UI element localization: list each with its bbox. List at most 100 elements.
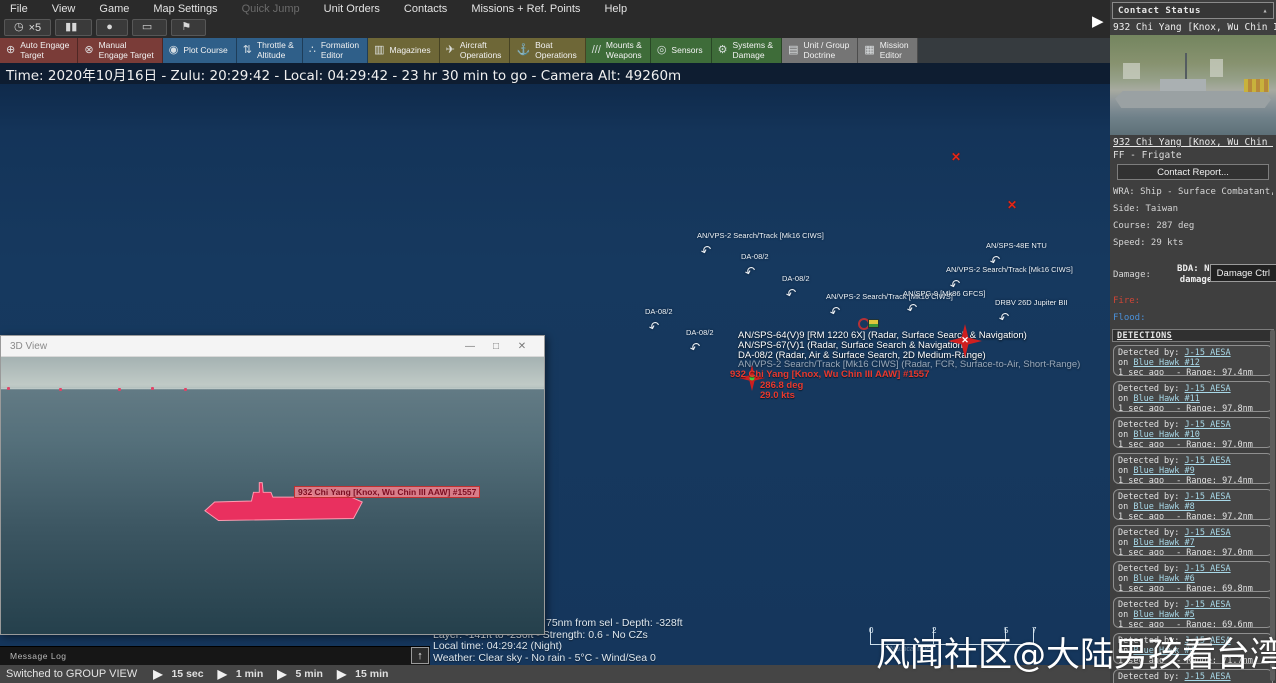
photo-ship-hull [1114,91,1272,108]
target-link[interactable]: Blue Hawk #11 [1133,394,1200,404]
ribbon-button[interactable]: ⚙ Systems & Damage [711,38,783,63]
detected-by-label: Detected by: [1118,384,1185,394]
damage-label: Damage: [1113,270,1151,280]
quick-control-button[interactable]: ▮▮ [55,19,93,36]
detection-item[interactable]: Detected by: J-15 AESA on Blue Hawk #6 1… [1113,561,1273,592]
on-label: on [1118,394,1134,404]
contact-status-header[interactable]: Contact Status ▴ [1112,2,1274,19]
contact-report-button[interactable]: Contact Report... [1117,164,1269,180]
map-status-line: Local time: 04:29:42 (Night) [433,640,562,652]
message-log-expand-button[interactable]: ↑ [411,647,429,664]
ribbon-button[interactable]: ◎ Sensors [650,38,712,63]
quick-control-label: ×5 [28,21,42,34]
menu-item[interactable]: Missions + Ref. Points [471,3,580,15]
ribbon-button-label: Systems & Damage [732,40,773,60]
close-icon[interactable]: ✕ [509,341,535,352]
target-link[interactable]: Blue Hawk #9 [1133,466,1194,476]
contact-status-panel: Contact Status ▴ 932 Chi Yang [Knox, Wu … [1110,0,1276,683]
ribbon-button[interactable]: ▦ Mission Editor [858,38,918,63]
detection-item[interactable]: Detected by: J-15 AESA on Blue Hawk #9 1… [1113,453,1273,484]
detector-link[interactable]: J-15 AESA [1185,348,1231,358]
detector-link[interactable]: J-15 AESA [1185,564,1231,574]
detector-link[interactable]: J-15 AESA [1185,420,1231,430]
ribbon-button-label: Manual Engage Target [98,40,154,60]
ribbon-toolbar: ⊕ Auto Engage Target ⊗ Manual Engage Tar… [0,38,1110,63]
detected-by-label: Detected by: [1118,456,1185,466]
on-label: on [1118,574,1134,584]
menu-item[interactable]: Game [99,3,129,15]
ribbon-button[interactable]: ⊕ Auto Engage Target [0,38,79,63]
3d-view-titlebar[interactable]: 3D View — □ ✕ [1,336,544,357]
target-link[interactable]: Blue Hawk #10 [1133,430,1200,440]
menu-item[interactable]: File [10,3,28,15]
detection-age: 1 sec ago [1118,476,1165,484]
ribbon-button[interactable]: /// Mounts & Weapons [585,38,651,63]
menu-item[interactable]: Unit Orders [324,3,380,15]
panel-expand-arrow-icon[interactable]: ▶ [1092,12,1104,30]
scale-tick-label: 0 [869,626,874,635]
detection-item[interactable]: Detected by: J-15 AESA on Blue Hawk #11 … [1113,381,1273,412]
contact-side: Side: Taiwan [1113,204,1179,214]
photo-containers [1244,79,1270,92]
command-modern-operations-screen: { "menu": { "items": [ {"label":"File"},… [0,0,1276,683]
detection-item[interactable]: Detected by: J-15 AESA on Blue Hawk #7 1… [1113,525,1273,556]
minimize-icon[interactable]: — [457,341,483,352]
target-link[interactable]: Blue Hawk #7 [1133,538,1194,548]
ribbon-button[interactable]: ∴ Formation Editor [302,38,369,63]
target-link[interactable]: Blue Hawk #6 [1133,574,1194,584]
time-step-button[interactable]: ▶ 5 min [277,667,323,681]
ribbon-button[interactable]: ▤ Unit / Group Doctrine [782,38,859,63]
detector-link[interactable]: J-15 AESA [1185,456,1231,466]
time-step-button[interactable]: ▶ 15 min [337,667,389,681]
menu-item[interactable]: Map Settings [153,3,217,15]
detection-item[interactable]: Detected by: J-15 AESA on Blue Hawk #12 … [1113,345,1273,376]
ribbon-button-icon: /// [591,44,601,56]
menu-item[interactable]: Contacts [404,3,447,15]
on-label: on [1118,466,1134,476]
ribbon-button[interactable]: ◉ Plot Course [162,38,237,63]
message-log-bar[interactable]: Message Log [0,646,430,665]
detection-item[interactable]: Detected by: J-15 AESA on Blue Hawk #10 … [1113,417,1273,448]
menu-item[interactable]: Quick Jump [242,3,300,15]
ribbon-button[interactable]: ✈ Aircraft Operations [439,38,511,63]
ribbon-label-line2: Altitude [256,49,286,60]
maximize-icon[interactable]: □ [483,341,509,352]
ribbon-button[interactable]: ⇅ Throttle & Altitude [236,38,303,63]
target-link[interactable]: Blue Hawk #5 [1133,610,1194,620]
3d-view-window[interactable]: 3D View — □ ✕ 932 Chi Yang [Knox, Wu Chi… [0,335,545,635]
ribbon-button-icon: ⇅ [242,44,252,56]
damage-row: Damage: BDA: No damage Damage Ctrl [1110,262,1276,292]
detection-age: 1 sec ago [1118,440,1165,448]
detector-link[interactable]: J-15 AESA [1185,600,1231,610]
menu-item[interactable]: Help [604,3,627,15]
contact-photo [1110,35,1276,135]
detector-link[interactable]: J-15 AESA [1185,492,1231,502]
detector-link[interactable]: J-15 AESA [1185,384,1231,394]
menu-item[interactable]: View [52,3,76,15]
ribbon-label-line2: Engage Target [98,49,154,60]
collapse-icon[interactable]: ▴ [1263,6,1268,15]
ribbon-button[interactable]: ⊗ Manual Engage Target [78,38,163,63]
detected-by-label: Detected by: [1118,528,1185,538]
time-status-bar: Time: 2020年10月16日 - Zulu: 20:29:42 - Loc… [0,63,1110,84]
target-link[interactable]: Blue Hawk #12 [1133,358,1200,368]
time-step-button[interactable]: ▶ 1 min [218,667,264,681]
time-step-button[interactable]: ▶ 15 sec [153,667,203,681]
contact-name-link[interactable]: 932 Chi Yang [Knox, Wu Chin III AAW] [1113,137,1273,148]
quick-control-button[interactable]: ⚑ [171,19,207,36]
ribbon-button[interactable]: ⚓ Boat Operations [510,38,586,63]
detector-link[interactable]: J-15 AESA [1185,528,1231,538]
quick-control-button[interactable]: ◷ ×5 [4,19,52,36]
detections-header[interactable]: DETECTIONS [1112,329,1274,342]
detection-item[interactable]: Detected by: J-15 AESA on Blue Hawk #8 1… [1113,489,1273,520]
damage-ctrl-button[interactable]: Damage Ctrl [1209,264,1276,282]
detection-item[interactable]: Detected by: J-15 AESA on Blue Hawk #5 1… [1113,597,1273,628]
target-link[interactable]: Blue Hawk #8 [1133,502,1194,512]
quick-control-button[interactable]: ● [96,19,128,36]
ribbon-button-label: Aircraft Operations [460,40,502,60]
quick-control-button[interactable]: ▭ [131,19,168,36]
quick-control-icon: ⚑ [181,21,192,33]
3d-scene[interactable]: 932 Chi Yang [Knox, Wu Chin III AAW] #15… [1,357,544,634]
on-label: on [1118,538,1134,548]
ribbon-button[interactable]: ▥ Magazines [368,38,440,63]
